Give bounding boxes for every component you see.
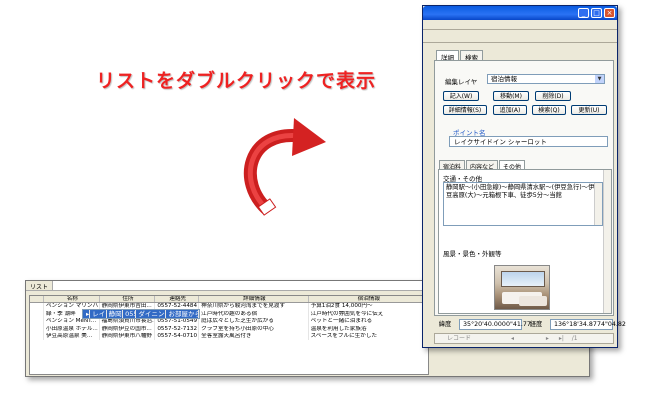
access-textarea[interactable]: 静岡駅～(小田急線)～静岡県清水駅～(伊豆急行)～伊豆高原(大)～元箱根下車、徒…	[443, 182, 603, 226]
detail-window: _ □ × 詳細 検索 編集レイヤ 宿泊情報 ▼ 記入(W) 移動(M) 削除(…	[422, 5, 626, 348]
add-button[interactable]: 追加(A)	[493, 105, 527, 115]
menu-bar	[423, 20, 617, 30]
table-cell[interactable]: 江戸時代の雰囲気を今に伝え	[309, 310, 428, 319]
detail-pane: 編集レイヤ 宿泊情報 ▼ 記入(W) 移動(M) 削除(D) 詳細情報(S) 追…	[434, 60, 614, 316]
minimize-icon[interactable]: _	[578, 8, 589, 18]
hotel-room-photo	[494, 265, 550, 310]
instruction-caption: リストをダブルクリックで表示	[96, 70, 377, 92]
delete-button[interactable]: 削除(D)	[535, 91, 571, 101]
nav-prev-icon[interactable]: ◂	[511, 335, 514, 342]
nav-last-icon[interactable]: ▸|	[559, 335, 564, 342]
row-selector-header	[30, 296, 44, 303]
grid-header: 名称 住所 連絡先 詳細情報 宿泊情報	[30, 296, 428, 304]
table-cell[interactable]: ダイニングからの景色と料理を	[136, 310, 167, 318]
photo-bed	[519, 296, 547, 306]
layer-label: 編集レイヤ	[445, 78, 478, 86]
table-cell[interactable]: 小田原温泉 ホテル...	[44, 325, 100, 333]
scenery-label: 風景・景色・外観等	[443, 250, 502, 258]
longitude-field[interactable]: 136°18'34.8774"04.82	[550, 319, 626, 330]
table-row[interactable]: ▸レイクサイドイン シャー...静岡県田方郡函南町...0557-54-1555…	[82, 309, 200, 319]
table-cell[interactable]: 0557-51-0549	[155, 318, 200, 326]
record-label: レコード	[447, 335, 472, 342]
table-cell[interactable]: 0557-52-7132	[155, 325, 200, 333]
table-cell[interactable]: 温泉を利用した家族浴	[309, 325, 428, 333]
toolbar	[423, 30, 617, 43]
latitude-field[interactable]: 35°20'40.0000"41.77	[459, 319, 531, 330]
row-selector[interactable]	[30, 310, 44, 319]
textarea-scrollbar[interactable]	[594, 183, 602, 225]
table-cell[interactable]: 静岡県田方郡函南町...	[107, 310, 124, 318]
table-cell[interactable]: 静岡県伊東市八幡野	[100, 332, 156, 341]
longitude-label: 経度	[529, 321, 543, 328]
table-cell[interactable]: スペースをフルに生かした	[309, 332, 428, 341]
table-cell[interactable]: 福島県須賀川市長沼...	[100, 318, 156, 326]
table-row[interactable]: 伊豆高原温泉 美... 静岡県伊東市八幡野 0557-54-0710 全客室露天風呂付…	[30, 332, 428, 341]
row-selector[interactable]	[30, 303, 44, 311]
nav-next-icon[interactable]: ▸	[546, 335, 549, 342]
coordinate-row: 緯度 35°20'40.0000"41.77 経度 136°18'34.8774…	[434, 319, 626, 330]
table-cell[interactable]: ペットと一緒に泊まれる	[309, 318, 428, 326]
tab-list[interactable]: リスト	[26, 281, 54, 291]
page-count: /1	[571, 335, 578, 342]
table-cell[interactable]: レイクサイドイン シャー...	[90, 310, 107, 318]
row-selector[interactable]	[30, 318, 44, 326]
table-cell[interactable]: 静岡県伊豆の国市...	[100, 325, 156, 333]
other-pane: 交通・その他 静岡駅～(小田急線)～静岡県清水駅～(伊豆急行)～伊豆高原(大)～…	[438, 169, 612, 314]
update-button[interactable]: 更新(U)	[571, 105, 607, 115]
record-navigator[interactable]: レコード ◂ ▸ ▸| /1	[434, 333, 614, 344]
column-header[interactable]: 詳細情報	[199, 296, 309, 303]
table-cell[interactable]: 予算1泊2食 14,000円〜	[309, 303, 428, 311]
point-name-field[interactable]: レイクサイドイン シャーロット	[449, 136, 608, 147]
table-cell[interactable]: 0557-54-1555	[123, 310, 137, 318]
title-bar[interactable]: _ □ ×	[423, 6, 617, 20]
latitude-label: 緯度	[438, 321, 452, 328]
table-cell[interactable]: 神奈川県から駿河湾までを見渡す	[199, 303, 309, 311]
entry-button[interactable]: 記入(W)	[443, 91, 479, 101]
table-row[interactable]: ペンション MeNT... 福島県須賀川市長沼... 0557-51-0549 庭は広…	[30, 318, 428, 326]
table-cell[interactable]: 0557-54-0710	[155, 332, 200, 341]
search-button[interactable]: 検索(Q)	[532, 105, 566, 115]
table-cell[interactable]: 伊豆高原温泉 美...	[44, 332, 100, 341]
maximize-icon[interactable]: □	[591, 8, 602, 18]
pane-scrollbar[interactable]	[603, 170, 611, 313]
row-selector[interactable]	[30, 332, 44, 341]
table-cell[interactable]: ペンション MeNT...	[44, 318, 100, 326]
column-header[interactable]: 宿泊情報	[309, 296, 428, 303]
layer-select-value: 宿泊情報	[491, 75, 517, 83]
table-cell[interactable]: お部屋からパノラマ景観	[166, 310, 199, 318]
layer-select[interactable]: 宿泊情報 ▼	[487, 74, 605, 84]
table-cell[interactable]: 庭は広々とした芝生が広がる	[199, 318, 309, 326]
table-row[interactable]: 小田原温泉 ホテル... 静岡県伊豆の国市... 0557-52-7132 クラブ室を…	[30, 325, 428, 333]
photo-window-view	[501, 271, 545, 287]
column-header[interactable]: 名称	[44, 296, 100, 303]
record-grid[interactable]: 名称 住所 連絡先 詳細情報 宿泊情報 ペンション マリンハット静岡県伊東市吉田…	[29, 295, 429, 375]
column-header[interactable]: 住所	[100, 296, 156, 303]
row-selector[interactable]	[30, 325, 44, 333]
table-cell[interactable]: クラブ室を持ち小田原の中心	[199, 325, 309, 333]
access-text: 静岡駅～(小田急線)～静岡県清水駅～(伊豆急行)～伊豆高原(大)～元箱根下車、徒…	[446, 184, 595, 199]
close-icon[interactable]: ×	[604, 8, 615, 18]
column-header[interactable]: 連絡先	[155, 296, 200, 303]
table-cell[interactable]: 全客室露天風呂付き	[199, 332, 309, 341]
chevron-down-icon[interactable]: ▼	[595, 75, 604, 83]
curved-arrow-graphic	[243, 118, 326, 216]
detail-info-button[interactable]: 詳細情報(S)	[443, 105, 487, 115]
table-cell[interactable]: 江戸時代の趣のある宿	[199, 310, 309, 319]
move-button[interactable]: 移動(M)	[493, 91, 529, 101]
